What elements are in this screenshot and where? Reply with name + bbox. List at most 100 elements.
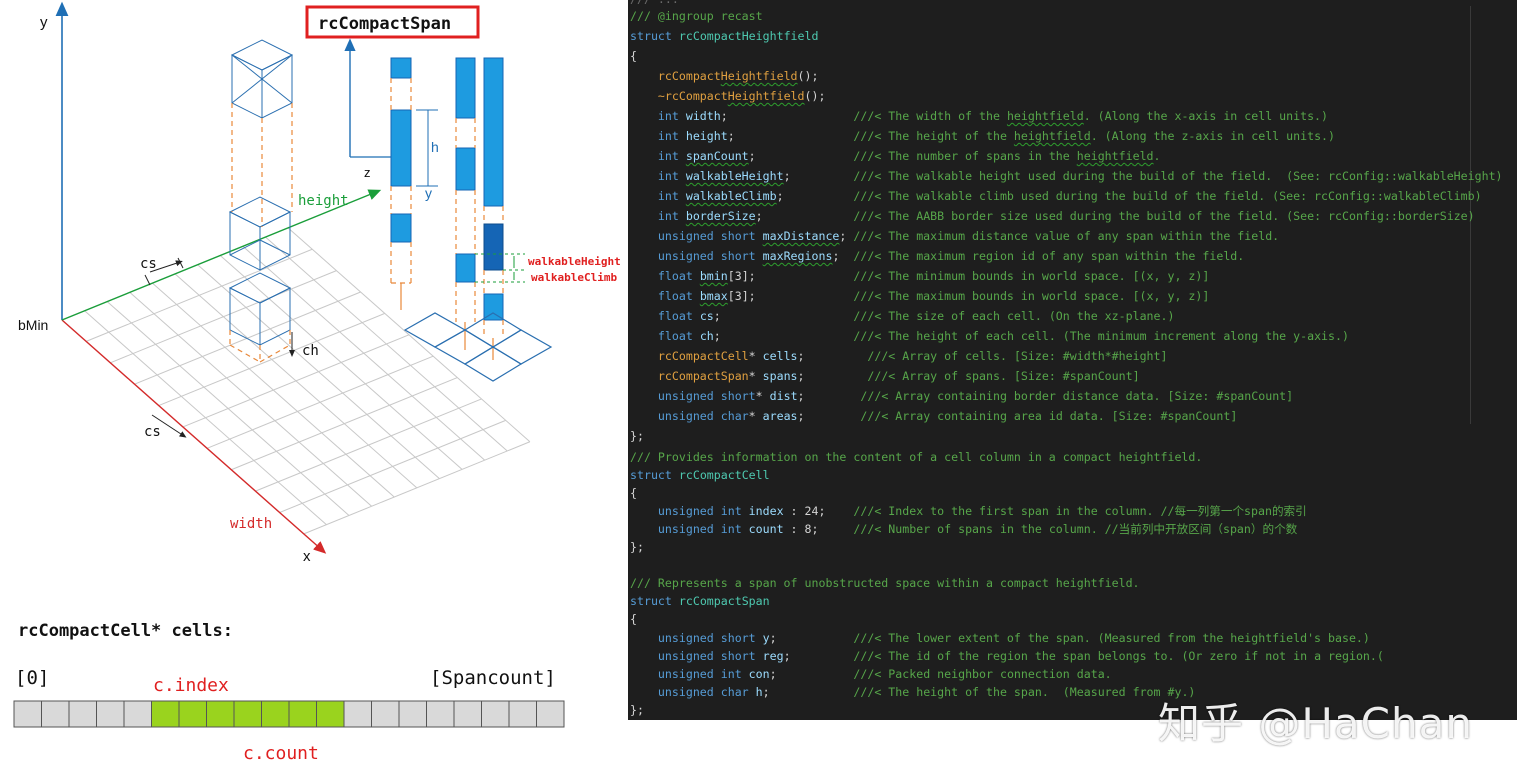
cell-highlighted <box>261 700 290 728</box>
code-token: * <box>755 389 770 403</box>
code-line: unsigned short y; ///< The lower extent … <box>630 631 1370 645</box>
code-token: ///< The maximum region id of any span w… <box>853 249 1245 263</box>
voxel-column <box>228 39 294 346</box>
code-line: unsigned int count : 8; ///< Number of s… <box>630 522 1297 536</box>
code-line: unsigned short maxDistance; ///< The max… <box>630 229 1279 243</box>
cell <box>508 700 537 728</box>
code-token: Heightfield <box>727 89 805 103</box>
code-token: ///< The size of each cell. (On the xz-p… <box>853 309 1175 323</box>
code-line: { <box>630 612 637 626</box>
code-line: int height; ///< The height of the heigh… <box>630 129 1335 143</box>
code-token: int <box>657 149 686 163</box>
cell <box>41 700 70 728</box>
code-token: { <box>630 612 637 627</box>
code-token: . (Along the x-axis in cell units.) <box>1083 109 1329 123</box>
code-token: int <box>657 129 686 143</box>
code-line: }; <box>630 540 644 554</box>
code-token: ; <box>727 129 854 143</box>
code-line: rcCompactSpan* spans; ///< Array of span… <box>630 369 1140 383</box>
cs-bottom-label: cs <box>144 424 161 440</box>
code-token: }; <box>630 429 644 443</box>
code-token: * <box>748 369 763 383</box>
code-token: /// Represents a span of unobstructed sp… <box>630 576 1140 591</box>
code-token: ///< Number of spans in the column. //当前… <box>853 522 1298 537</box>
bmin-label: bMin <box>18 317 48 333</box>
h-label: h <box>431 139 439 155</box>
code-token: ; <box>783 648 854 663</box>
cell-highlighted <box>233 700 262 728</box>
cell <box>481 700 510 728</box>
code-token: ///< Packed neighbor connection data. <box>853 666 1112 681</box>
code-token: ; <box>783 169 854 183</box>
voxel-dashed-lines <box>229 103 293 363</box>
code-token: areas <box>762 409 798 423</box>
walkable-height-label: walkableHeight <box>528 255 621 268</box>
code-line: }; <box>630 703 644 717</box>
code-token: y <box>762 630 770 645</box>
code-token: ///< The height of each cell. (The minim… <box>853 329 1349 343</box>
c-count-label: c.count <box>243 743 319 764</box>
code-token: unsigned int <box>657 504 749 519</box>
code-token: h <box>755 684 763 699</box>
code-token: (); <box>804 89 826 103</box>
span-column-2 <box>455 57 476 350</box>
grid-line <box>303 441 531 535</box>
code-token: spanCount <box>685 149 749 163</box>
grid-line <box>134 291 361 385</box>
code-token: rcCompactCell <box>657 349 749 363</box>
code-token: [3]; <box>727 269 854 283</box>
code-token: bmax <box>699 289 728 303</box>
code-token: maxRegions <box>762 249 833 263</box>
code-token: [3]; <box>727 289 854 303</box>
code-line: unsigned short* dist; ///< Array contain… <box>630 389 1293 403</box>
width-label: width <box>230 516 272 532</box>
code-token: ///< The height of the <box>853 129 1014 143</box>
code-line: struct rcCompactSpan <box>630 594 770 608</box>
inset-y-label: y <box>425 185 432 201</box>
code-token: cs <box>699 309 714 323</box>
code-token: ; <box>762 684 854 699</box>
grid-line <box>85 248 313 342</box>
code-token: ; <box>720 109 854 123</box>
cell-highlighted <box>288 700 317 728</box>
code-token: unsigned short <box>657 630 763 645</box>
code-token: heightfield <box>1076 149 1154 163</box>
code-token: ; <box>748 149 854 163</box>
code-token: : 24; <box>783 504 854 519</box>
diagram-panel: y x height width bMin cs cs ch rcCompact… <box>0 0 628 780</box>
code-token: rcCompactSpan <box>657 369 749 383</box>
code-token: ; <box>839 229 854 243</box>
code-token: (); <box>797 69 819 83</box>
watermark: 知乎 @HaChan <box>1158 699 1473 748</box>
code-token: ///< The lower extent of the span. (Meas… <box>853 630 1370 645</box>
code-token: unsigned int <box>657 522 749 537</box>
code-token: rcCompact <box>657 69 721 83</box>
code-token: con <box>748 666 770 681</box>
code-token: struct <box>630 29 679 43</box>
code-token: reg <box>762 648 784 663</box>
code-token: int <box>657 109 686 123</box>
code-line: /// Provides information on the content … <box>630 450 1202 464</box>
cell-highlighted <box>151 700 180 728</box>
code-token: ///< Index to the first span in the colu… <box>853 504 1307 519</box>
cell-highlighted <box>206 700 235 728</box>
code-token: ///< The maximum distance value of any s… <box>853 229 1280 243</box>
code-token: float <box>657 329 700 343</box>
code-token: rcCompactHeightfield <box>678 29 819 43</box>
code-token: rcCompactCell <box>678 468 770 483</box>
cell <box>96 700 125 728</box>
cell <box>536 700 565 728</box>
